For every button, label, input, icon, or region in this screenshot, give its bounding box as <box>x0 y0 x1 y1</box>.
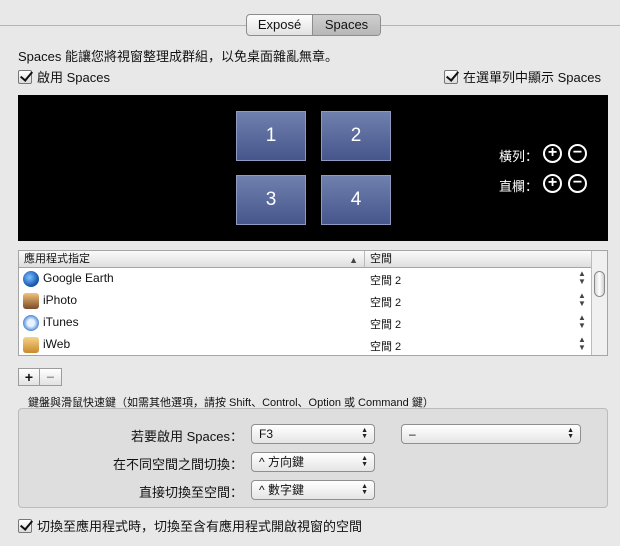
list-buttons: + − <box>18 368 62 386</box>
table-row[interactable]: Google Earth 空間 2 ▲ ▼ <box>19 268 592 290</box>
spaces-grid-panel: 1 2 3 4 橫列： + − 直欄： + − <box>18 95 608 241</box>
remove-row-button[interactable]: − <box>568 144 587 163</box>
popup-arrows-icon: ▲ ▼ <box>567 427 574 440</box>
table-header: 應用程式指定 ▲ 空間 <box>19 251 592 268</box>
activate-key-popup[interactable]: F3 ▲ ▼ <box>251 424 375 444</box>
popup-arrows-icon: ▲ ▼ <box>361 455 368 468</box>
switch-to-app-space-label: 切換至應用程式時，切換至含有應用程式開啟視窗的空間 <box>37 519 363 534</box>
space-value[interactable]: 空間 2 <box>370 338 401 354</box>
switch-spaces-value: ^ 方向鍵 <box>259 455 304 469</box>
tab-spaces[interactable]: Spaces <box>313 15 380 35</box>
switch-spaces-label: 在不同空間之間切換： <box>112 457 243 472</box>
space-tile-3[interactable]: 3 <box>236 175 306 225</box>
space-tile-4[interactable]: 4 <box>321 175 391 225</box>
remove-column-button[interactable]: − <box>568 174 587 193</box>
column-header-app-label: 應用程式指定 <box>24 253 90 265</box>
iweb-icon <box>23 337 39 353</box>
add-column-button[interactable]: + <box>543 174 562 193</box>
add-row-button[interactable]: + <box>543 144 562 163</box>
switch-spaces-popup[interactable]: ^ 方向鍵 ▲ ▼ <box>251 452 375 472</box>
table-scrollbar[interactable] <box>591 251 607 355</box>
popup-arrows-icon: ▲ ▼ <box>361 483 368 496</box>
table-row[interactable]: iWeb 空間 2 ▲ ▼ <box>19 334 592 355</box>
column-header-app[interactable]: 應用程式指定 ▲ <box>19 251 365 267</box>
checkbox-box[interactable] <box>18 518 32 533</box>
space-value[interactable]: 空間 2 <box>370 294 401 310</box>
sort-ascending-icon: ▲ <box>349 255 358 265</box>
tab-bar: Exposé Spaces <box>246 14 381 36</box>
columns-label: 直欄： <box>499 179 539 194</box>
spaces-description: Spaces 能讓您將視窗整理成群組，以免桌面雜亂無章。 <box>18 49 338 64</box>
google-earth-icon <box>23 271 39 287</box>
scrollbar-thumb[interactable] <box>594 271 605 297</box>
app-assignment-table: 應用程式指定 ▲ 空間 Google Earth 空間 2 ▲ ▼ iPhoto … <box>18 250 608 356</box>
app-name: iTunes <box>43 315 79 329</box>
app-name: Google Earth <box>43 271 114 285</box>
direct-switch-popup[interactable]: ^ 數字鍵 ▲ ▼ <box>251 480 375 500</box>
iphoto-icon <box>23 293 39 309</box>
itunes-icon <box>23 315 39 331</box>
add-app-button[interactable]: + <box>18 368 40 386</box>
tab-expose[interactable]: Exposé <box>247 15 313 35</box>
direct-switch-label: 直接切換至空間： <box>138 485 243 500</box>
rows-label: 橫列： <box>499 149 539 164</box>
shortcuts-group: 若要啟用 Spaces： F3 ▲ ▼ – ▲ ▼ 在不同空間之間切換： ^ 方向鍵… <box>18 408 608 508</box>
show-in-menubar-label: 在選單列中顯示 Spaces <box>463 70 601 85</box>
space-value[interactable]: 空間 2 <box>370 316 401 332</box>
remove-app-button[interactable]: − <box>40 368 62 386</box>
table-row[interactable]: iTunes 空間 2 ▲ ▼ <box>19 312 592 334</box>
app-name: iPhoto <box>43 293 78 307</box>
space-stepper-icon[interactable]: ▲ ▼ <box>578 336 586 352</box>
space-stepper-icon[interactable]: ▲ ▼ <box>578 292 586 308</box>
switch-to-app-space-checkbox[interactable]: 切換至應用程式時，切換至含有應用程式開啟視窗的空間 <box>18 516 362 535</box>
activate-mouse-value: – <box>409 427 416 441</box>
direct-switch-value: ^ 數字鍵 <box>259 483 304 497</box>
checkbox-box[interactable] <box>18 69 32 84</box>
table-row[interactable]: iPhoto 空間 2 ▲ ▼ <box>19 290 592 312</box>
app-name: iWeb <box>43 337 71 351</box>
space-stepper-icon[interactable]: ▲ ▼ <box>578 314 586 330</box>
space-stepper-icon[interactable]: ▲ ▼ <box>578 270 586 286</box>
column-header-space[interactable]: 空間 <box>365 251 592 267</box>
enable-spaces-checkbox[interactable]: 啟用 Spaces <box>18 67 110 86</box>
activate-key-value: F3 <box>259 427 274 441</box>
activate-mouse-popup[interactable]: – ▲ ▼ <box>401 424 581 444</box>
space-tile-1[interactable]: 1 <box>236 111 306 161</box>
space-tile-2[interactable]: 2 <box>321 111 391 161</box>
popup-arrows-icon: ▲ ▼ <box>361 427 368 440</box>
activate-spaces-label: 若要啟用 Spaces： <box>131 429 243 444</box>
space-value[interactable]: 空間 2 <box>370 272 401 288</box>
show-in-menubar-checkbox[interactable]: 在選單列中顯示 Spaces <box>444 67 601 86</box>
checkbox-box[interactable] <box>444 69 458 84</box>
enable-spaces-label: 啟用 Spaces <box>37 70 110 85</box>
